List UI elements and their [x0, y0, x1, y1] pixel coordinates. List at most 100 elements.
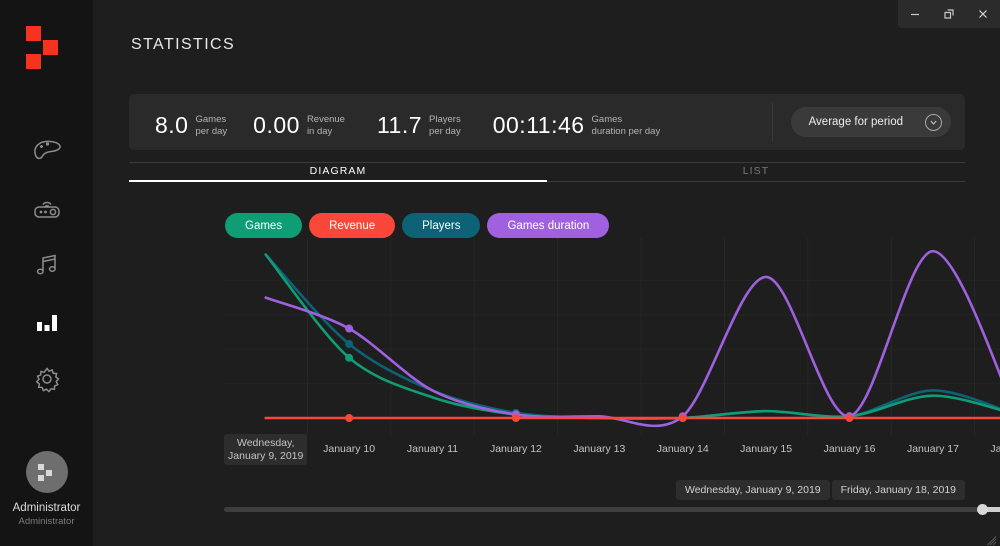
stat-players-per-day: 11.7 Players per day — [377, 105, 461, 139]
sidebar-item-settings[interactable] — [0, 350, 93, 407]
chart-point[interactable] — [345, 414, 354, 422]
date-cell[interactable]: January 10 — [307, 434, 390, 465]
date-cell[interactable]: January 18 — [975, 434, 1000, 465]
period-label: Average for period — [808, 116, 903, 128]
close-icon — [979, 10, 987, 18]
date-cell-line1: January 17 — [906, 443, 959, 455]
window-titlebar — [898, 0, 1000, 28]
view-tabs: DIAGRAM LIST — [129, 162, 965, 182]
minimize-button[interactable] — [898, 0, 932, 28]
stat-value: 8.0 — [155, 112, 189, 138]
music-note-icon — [34, 252, 60, 278]
maximize-icon — [944, 9, 954, 19]
sidebar-item-music[interactable] — [0, 236, 93, 293]
date-cell-line2: January 9, 2019 — [228, 449, 304, 462]
minimize-icon — [911, 13, 919, 16]
legend-pill-games[interactable]: Games — [225, 213, 303, 238]
date-cell[interactable]: Wednesday, January 9, 2019 — [224, 434, 308, 465]
date-cell-line1: Wednesday, — [237, 436, 295, 449]
stat-label-line1: Players — [429, 114, 461, 125]
stat-revenue-in-day: 0.00 Revenue in day — [253, 105, 345, 139]
legend-pill-players[interactable]: Players — [402, 213, 481, 238]
tab-list[interactable]: LIST — [547, 162, 965, 182]
stat-games-per-day: 8.0 Games per day — [155, 105, 227, 139]
stat-label: Revenue in day — [307, 114, 345, 139]
maximize-button[interactable] — [932, 0, 966, 28]
chart-point[interactable] — [345, 353, 354, 362]
date-cell-line1: January 10 — [323, 443, 376, 455]
range-start-label[interactable]: Wednesday, January 9, 2019 — [676, 480, 830, 500]
chart-point[interactable] — [345, 324, 354, 333]
stat-value: 11.7 — [376, 112, 423, 138]
statistics-chart — [224, 238, 1000, 435]
resize-grip[interactable] — [987, 533, 997, 546]
stat-value: 00:11:46 — [492, 112, 585, 138]
slider-track[interactable] — [224, 507, 1000, 512]
router-icon — [32, 195, 62, 221]
tab-diagram[interactable]: DIAGRAM — [129, 162, 547, 182]
date-cell[interactable]: January 15 — [724, 434, 807, 465]
chart-point[interactable] — [845, 414, 854, 422]
average-for-period-dropdown[interactable]: Average for period — [790, 107, 951, 137]
sidebar-item-games[interactable] — [0, 122, 93, 179]
stat-label-line1: Games — [591, 114, 623, 125]
main-content: STATISTICS 8.0 Games per day 0.00 Revenu… — [93, 0, 1000, 546]
user-name: Administrator — [12, 502, 81, 514]
date-cell[interactable]: January 16 — [808, 434, 891, 465]
chart-series-revenue — [264, 414, 1000, 422]
gear-icon — [33, 365, 61, 393]
stat-label-line1: Revenue — [306, 114, 345, 125]
sidebar-nav — [0, 122, 93, 407]
app-logo — [24, 24, 70, 70]
chart-svg — [224, 238, 1000, 435]
chart-point[interactable] — [678, 414, 687, 422]
chart-point[interactable] — [511, 414, 520, 422]
chart-series-games-duration — [264, 249, 1000, 428]
range-end-label[interactable]: Friday, January 18, 2019 — [831, 480, 965, 500]
date-cell-line1: January 13 — [573, 443, 626, 455]
sidebar-item-statistics[interactable] — [0, 293, 93, 350]
sidebar-item-devices[interactable] — [0, 179, 93, 236]
statistics-summary-card: 8.0 Games per day 0.00 Revenue in day 11… — [129, 94, 965, 150]
date-cell-line1: January 14 — [656, 443, 709, 455]
date-cell[interactable]: January 13 — [558, 434, 641, 465]
series-legend: Games Revenue Players Games duration — [225, 213, 610, 238]
page-title: STATISTICS — [131, 36, 236, 53]
app-window: Administrator Administrator STATISTICS 8… — [0, 0, 1000, 546]
chevron-down-icon — [925, 113, 942, 131]
legend-pill-revenue[interactable]: Revenue — [309, 213, 396, 238]
close-button[interactable] — [966, 0, 1000, 28]
legend-pill-games-duration[interactable]: Games duration — [487, 213, 610, 238]
stat-label-line2: per day — [195, 125, 228, 137]
stat-label-line2: per day — [429, 125, 461, 137]
stat-label: Games per day — [195, 114, 227, 139]
sidebar: Administrator Administrator — [0, 0, 93, 546]
date-cell-line1: January 18 — [990, 443, 1000, 455]
stat-games-duration-per-day: 00:11:46 Games duration per day — [493, 105, 661, 139]
avatar — [25, 451, 68, 493]
user-role: Administrator — [18, 516, 75, 527]
stat-value: 0.00 — [253, 112, 300, 138]
gamepad-icon — [32, 139, 62, 163]
slider-handle-start[interactable] — [977, 504, 988, 515]
date-range-slider[interactable] — [224, 504, 1000, 515]
sidebar-user[interactable]: Administrator Administrator — [0, 451, 93, 528]
bar-chart-icon — [36, 314, 57, 331]
date-cell-line1: January 11 — [406, 443, 459, 455]
date-cell[interactable]: January 11 — [391, 434, 474, 465]
period-selector-wrap: Average for period — [771, 103, 951, 141]
stat-label-line1: Games — [195, 114, 227, 125]
stat-label: Games duration per day — [592, 114, 661, 139]
date-cell-line1: January 16 — [823, 443, 876, 455]
stat-label-line2: in day — [306, 125, 333, 137]
date-cell[interactable]: January 17 — [891, 434, 974, 465]
date-cell[interactable]: January 14 — [641, 434, 724, 465]
date-cell[interactable]: January 12 — [474, 434, 557, 465]
stat-label: Players per day — [429, 114, 461, 139]
chart-point[interactable] — [345, 340, 354, 349]
date-cell-line1: January 15 — [740, 443, 793, 455]
range-labels: Wednesday, January 9, 2019 Friday, Janua… — [676, 480, 965, 500]
date-cell-line1: January 12 — [489, 443, 542, 455]
chart-date-axis: Wednesday, January 9, 2019 January 10 Janua… — [224, 434, 1000, 465]
stat-label-line2: duration per day — [591, 125, 661, 137]
